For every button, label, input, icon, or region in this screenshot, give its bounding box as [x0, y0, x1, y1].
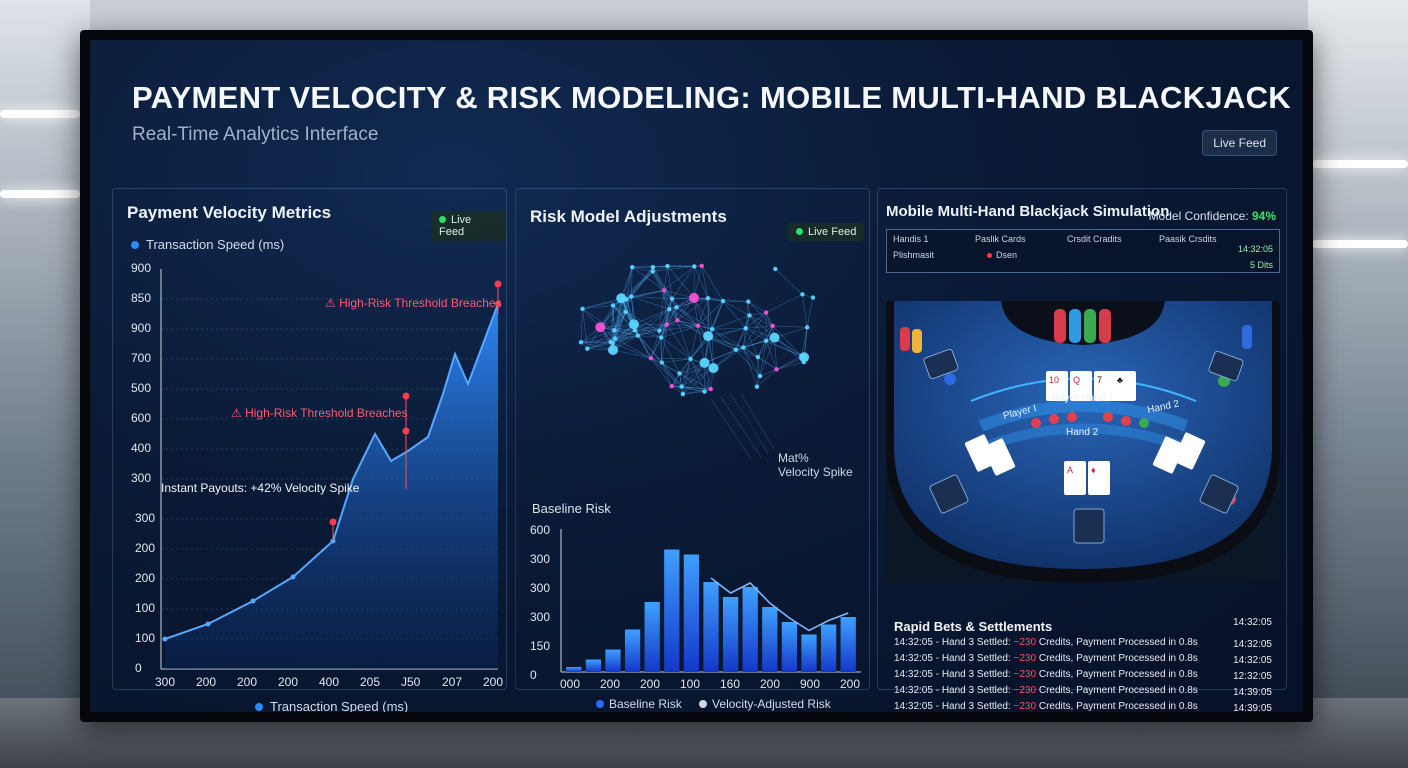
breach-annotation-upper: ⚠ High-Risk Threshold Breaches [325, 296, 502, 310]
log-amount: ~230 [1013, 685, 1037, 696]
office-window-right [1308, 0, 1408, 768]
hud-cell: Crsdit Cradits [1067, 234, 1122, 244]
hud-status-text: Dsen [996, 250, 1018, 260]
settlements-title: Rapid Bets & Settlements [894, 619, 1053, 634]
monitor: PAYMENT VELOCITY & RISK MODELING: MOBILE… [80, 30, 1313, 722]
svg-text:7: 7 [1097, 375, 1102, 385]
hud-status: Dsen [987, 250, 1017, 260]
settlement-log-row: 14:32:05 - Hand 3 Settled: ~230 Credits,… [894, 701, 1198, 712]
settlement-log-row: 14:32:05 - Hand 3 Settled: ~230 Credits,… [894, 669, 1198, 680]
live-feed-button[interactable]: Live Feed [1202, 130, 1277, 156]
log-suffix: Credits, Payment Processed in 0.8s [1036, 669, 1198, 680]
risk-bar [624, 629, 641, 672]
page-title: PAYMENT VELOCITY & RISK MODELING: MOBILE… [132, 80, 1291, 115]
breach-annotation-lower: ⚠ High-Risk Threshold Breaches [231, 406, 408, 420]
risk-bar [781, 622, 798, 672]
series-dot-icon [255, 703, 263, 711]
legend-label: Transaction Speed (ms) [270, 699, 409, 712]
svg-text:A: A [1067, 465, 1073, 475]
log-amount: ~230 [1013, 637, 1037, 648]
ceiling-light [1312, 160, 1408, 168]
risk-bar [605, 649, 621, 672]
log-amount: ~230 [1013, 669, 1037, 680]
model-confidence: Model Confidence: 94% [1149, 209, 1276, 223]
risk-legend: Baseline Risk Velocity-Adjusted Risk [596, 697, 831, 711]
risk-panel: Risk Model Adjustments Live Feed Mat% Vel… [515, 188, 870, 711]
risk-bar [801, 634, 817, 672]
risk-bar-chart [560, 529, 861, 673]
velocity-panel: Payment Velocity Metrics Live Feed Trans… [112, 188, 507, 712]
hud-cell: Handis 1 [893, 234, 929, 244]
log-suffix: Credits, Payment Processed in 0.8s [1036, 637, 1198, 648]
risk-bar [762, 607, 778, 672]
log-timestamp: 14:39:05 [1233, 687, 1272, 698]
blackjack-table-illustration: 10 Q 7 ♣ A ♦ Player I Hayer Hand 1 Hand … [886, 301, 1280, 583]
risk-bar [722, 597, 739, 672]
log-prefix: 14:32:05 - Hand 3 Settled: [894, 685, 1014, 696]
log-timestamp: 14:32:05 [1233, 639, 1272, 650]
blackjack-panel-title: Mobile Multi-Hand Blackjack Simulation [886, 203, 1170, 220]
risk-bar [820, 624, 837, 672]
confidence-value: 94% [1251, 209, 1276, 223]
velocity-area-chart [160, 269, 502, 670]
hand-status-hud: Handis 1 Paslik Cards Crsdit Cradits Paa… [886, 229, 1280, 273]
hand1-label: Hayer Hand 1 [1052, 393, 1114, 404]
ceiling-light [1312, 240, 1408, 248]
hud-cell: Paslik Cards [975, 234, 1026, 244]
settlement-log-row: 14:32:05 - Hand 3 Settled: ~230 Credits,… [894, 637, 1198, 648]
hud-time: 14:32:05 [1237, 244, 1273, 254]
log-timestamp: 12:32:05 [1233, 671, 1272, 682]
risk-bar [683, 554, 700, 672]
svg-text:♦: ♦ [1091, 465, 1096, 475]
confidence-label: Model Confidence: [1148, 209, 1249, 223]
log-timestamp: 14:32:05 [1233, 655, 1272, 666]
log-header-time: 14:32:05 [1233, 617, 1272, 628]
hud-cell: Plishmasit [893, 250, 935, 260]
hud-cell: 5 Dits [1249, 260, 1273, 270]
log-prefix: 14:32:05 - Hand 3 Settled: [894, 653, 1014, 664]
risk-bar [840, 617, 856, 672]
settlement-log-row: 14:32:05 - Hand 3 Settled: ~230 Credits,… [894, 653, 1198, 664]
log-timestamp: 14:39:05 [1233, 703, 1272, 712]
settlement-log-row: 14:32:05 - Hand 3 Settled: ~230 Credits,… [894, 685, 1198, 696]
risk-bar [644, 602, 660, 672]
svg-text:♣: ♣ [1117, 375, 1123, 385]
risk-bar [703, 582, 719, 672]
status-dot-icon [987, 253, 992, 258]
blackjack-table-view: 10 Q 7 ♣ A ♦ Player I Hayer Hand 1 Hand … [886, 301, 1280, 583]
svg-text:10: 10 [1049, 375, 1059, 385]
page-subtitle: Real-Time Analytics Interface [132, 124, 379, 145]
ceiling-light [0, 110, 80, 118]
svg-text:Q: Q [1073, 375, 1080, 385]
legend-adjusted: Velocity-Adjusted Risk [712, 697, 831, 711]
ceiling-light [0, 190, 80, 198]
legend-baseline: Baseline Risk [609, 697, 682, 711]
velocity-legend-bottom: Transaction Speed (ms) [255, 699, 408, 712]
log-suffix: Credits, Payment Processed in 0.8s [1036, 653, 1198, 664]
spike-note: Instant Payouts: +42% Velocity Spike [161, 481, 360, 495]
hud-cell: Paasik Crsdits [1159, 234, 1217, 244]
risk-bar [585, 659, 602, 672]
hand2-label: Hand 2 [1066, 427, 1099, 438]
log-amount: ~230 [1013, 653, 1037, 664]
risk-bar [664, 549, 680, 672]
log-suffix: Credits, Payment Processed in 0.8s [1036, 685, 1198, 696]
blackjack-panel: Mobile Multi-Hand Blackjack Simulation M… [877, 188, 1287, 712]
dashboard-screen: PAYMENT VELOCITY & RISK MODELING: MOBILE… [90, 40, 1303, 712]
log-prefix: 14:32:05 - Hand 3 Settled: [894, 637, 1014, 648]
adjusted-dot-icon [699, 700, 708, 708]
log-prefix: 14:32:05 - Hand 3 Settled: [894, 701, 1014, 712]
risk-bar [742, 587, 758, 672]
log-prefix: 14:32:05 - Hand 3 Settled: [894, 669, 1014, 680]
log-amount: ~230 [1013, 701, 1037, 712]
risk-bar [566, 667, 582, 672]
log-suffix: Credits, Payment Processed in 0.8s [1036, 701, 1198, 712]
baseline-dot-icon [596, 700, 604, 708]
